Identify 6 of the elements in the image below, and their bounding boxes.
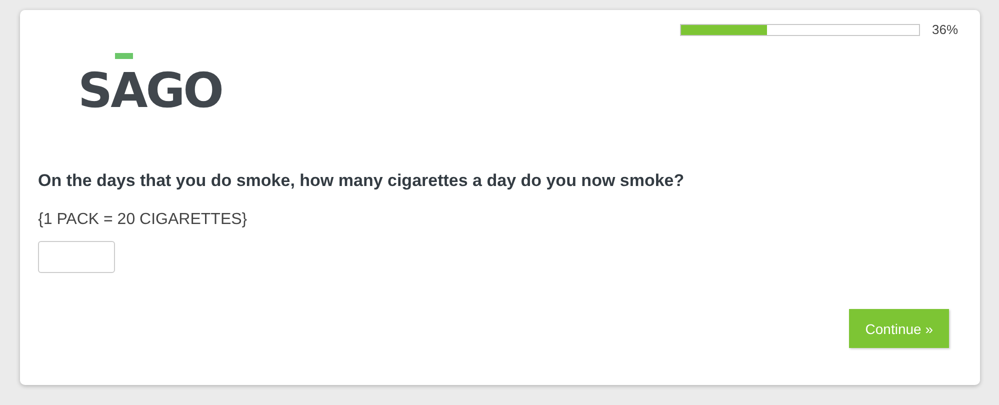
progress-percent: 36%	[932, 22, 960, 37]
continue-button[interactable]: Continue »	[849, 309, 949, 348]
question-text: On the days that you do smoke, how many cigarettes a day do you now smoke?	[38, 171, 686, 191]
logo: SAGO	[78, 51, 226, 119]
answer-field[interactable]	[38, 241, 115, 273]
question-note: {1 PACK = 20 CIGARETTES}	[38, 211, 248, 229]
